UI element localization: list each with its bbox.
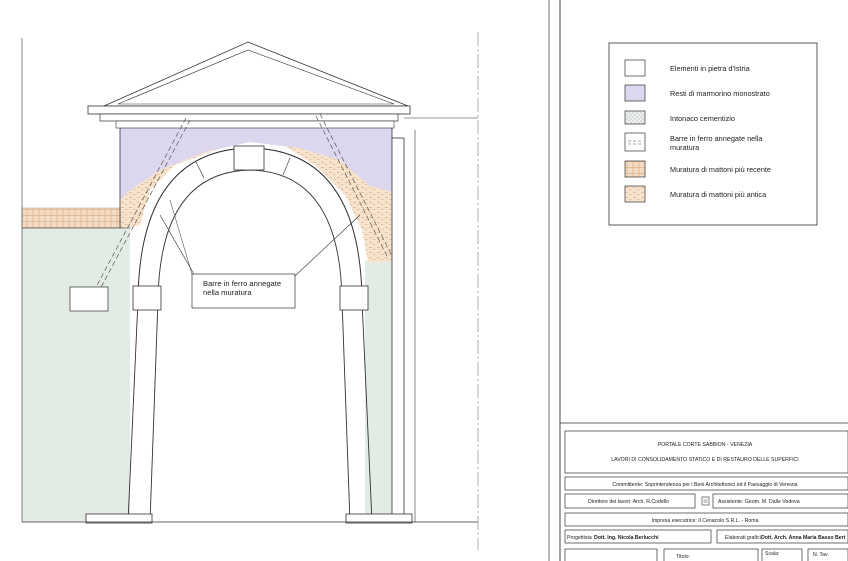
cornice <box>87 105 411 115</box>
legend-swatch-bars <box>624 132 646 152</box>
arch-inner <box>149 169 351 523</box>
graphics-label: Elaborati grafici <box>725 535 761 541</box>
impost-right <box>339 285 369 311</box>
legend-label-bars-2: muratura <box>670 143 700 152</box>
legend-swatch-stone <box>624 59 646 77</box>
title-block: PORTALE CORTE SABBION - VENEZIA LAVORI D… <box>560 422 848 561</box>
impost-left <box>132 285 162 311</box>
cornice-lower <box>99 113 399 122</box>
portal-elevation: Barre in ferro annegate nella muratura <box>21 32 479 550</box>
client-line: Committente: Soprintendenza per i Beni A… <box>612 482 797 488</box>
legend-label-cement: Intonaco cementizio <box>670 114 735 123</box>
cornice-band <box>115 120 395 129</box>
contractor-line: Impresa esecutrice: Il Cenacolo S.R.L. -… <box>652 518 759 524</box>
director-line: Direttore dei lavori: Arch. R.Codello <box>588 499 669 505</box>
graphics-name: Dott. Arch. Anna Maria Basso Bert <box>761 535 846 541</box>
sheet-label: N. Tav. <box>813 552 829 558</box>
callout-line1: Barre in ferro annegate <box>203 279 281 288</box>
legend-label-old-brick: Muratura di mattoni più antica <box>670 190 767 199</box>
drawing-sheet: Barre in ferro annegate nella muratura E… <box>21 0 848 561</box>
callout-line2: nella muratura <box>203 288 252 297</box>
works-title: LAVORI DI CONSOLIDAMENTO STATICO E DI RE… <box>611 457 798 463</box>
legend-swatch-cement <box>624 110 646 125</box>
keystone <box>233 145 265 171</box>
legend-label-bars: Barre in ferro annegate nella <box>670 134 763 143</box>
recent-brick-strip <box>21 207 123 229</box>
legend-label-marmorino: Resti di marmorino monostrato <box>670 89 770 98</box>
right-wall <box>365 260 392 522</box>
pediment <box>103 41 409 107</box>
scale-label: Scala: <box>765 551 779 557</box>
assistant-line: Assistente: Geom. M. Dalle Vedova <box>718 499 800 505</box>
title-label: Titolo: <box>676 554 690 560</box>
legend-label-recent-brick: Muratura di mattoni più recente <box>670 165 771 174</box>
legend-swatch-marmorino <box>624 84 646 102</box>
legend-swatch-old-brick <box>624 185 646 203</box>
project-title: PORTALE CORTE SABBION - VENEZIA <box>658 442 753 448</box>
legend-label-stone: Elementi in pietra d'Istria <box>670 64 751 73</box>
designer-name: Dott. Ing. Nicola Berlucchi <box>594 535 659 541</box>
legend-swatch-recent-brick <box>624 160 646 178</box>
bar-plate-left <box>69 286 109 312</box>
right-panel: Elementi in pietra d'Istria Resti di mar… <box>548 0 848 561</box>
designer-label: Progettista <box>567 535 592 541</box>
left-wall <box>22 228 130 522</box>
